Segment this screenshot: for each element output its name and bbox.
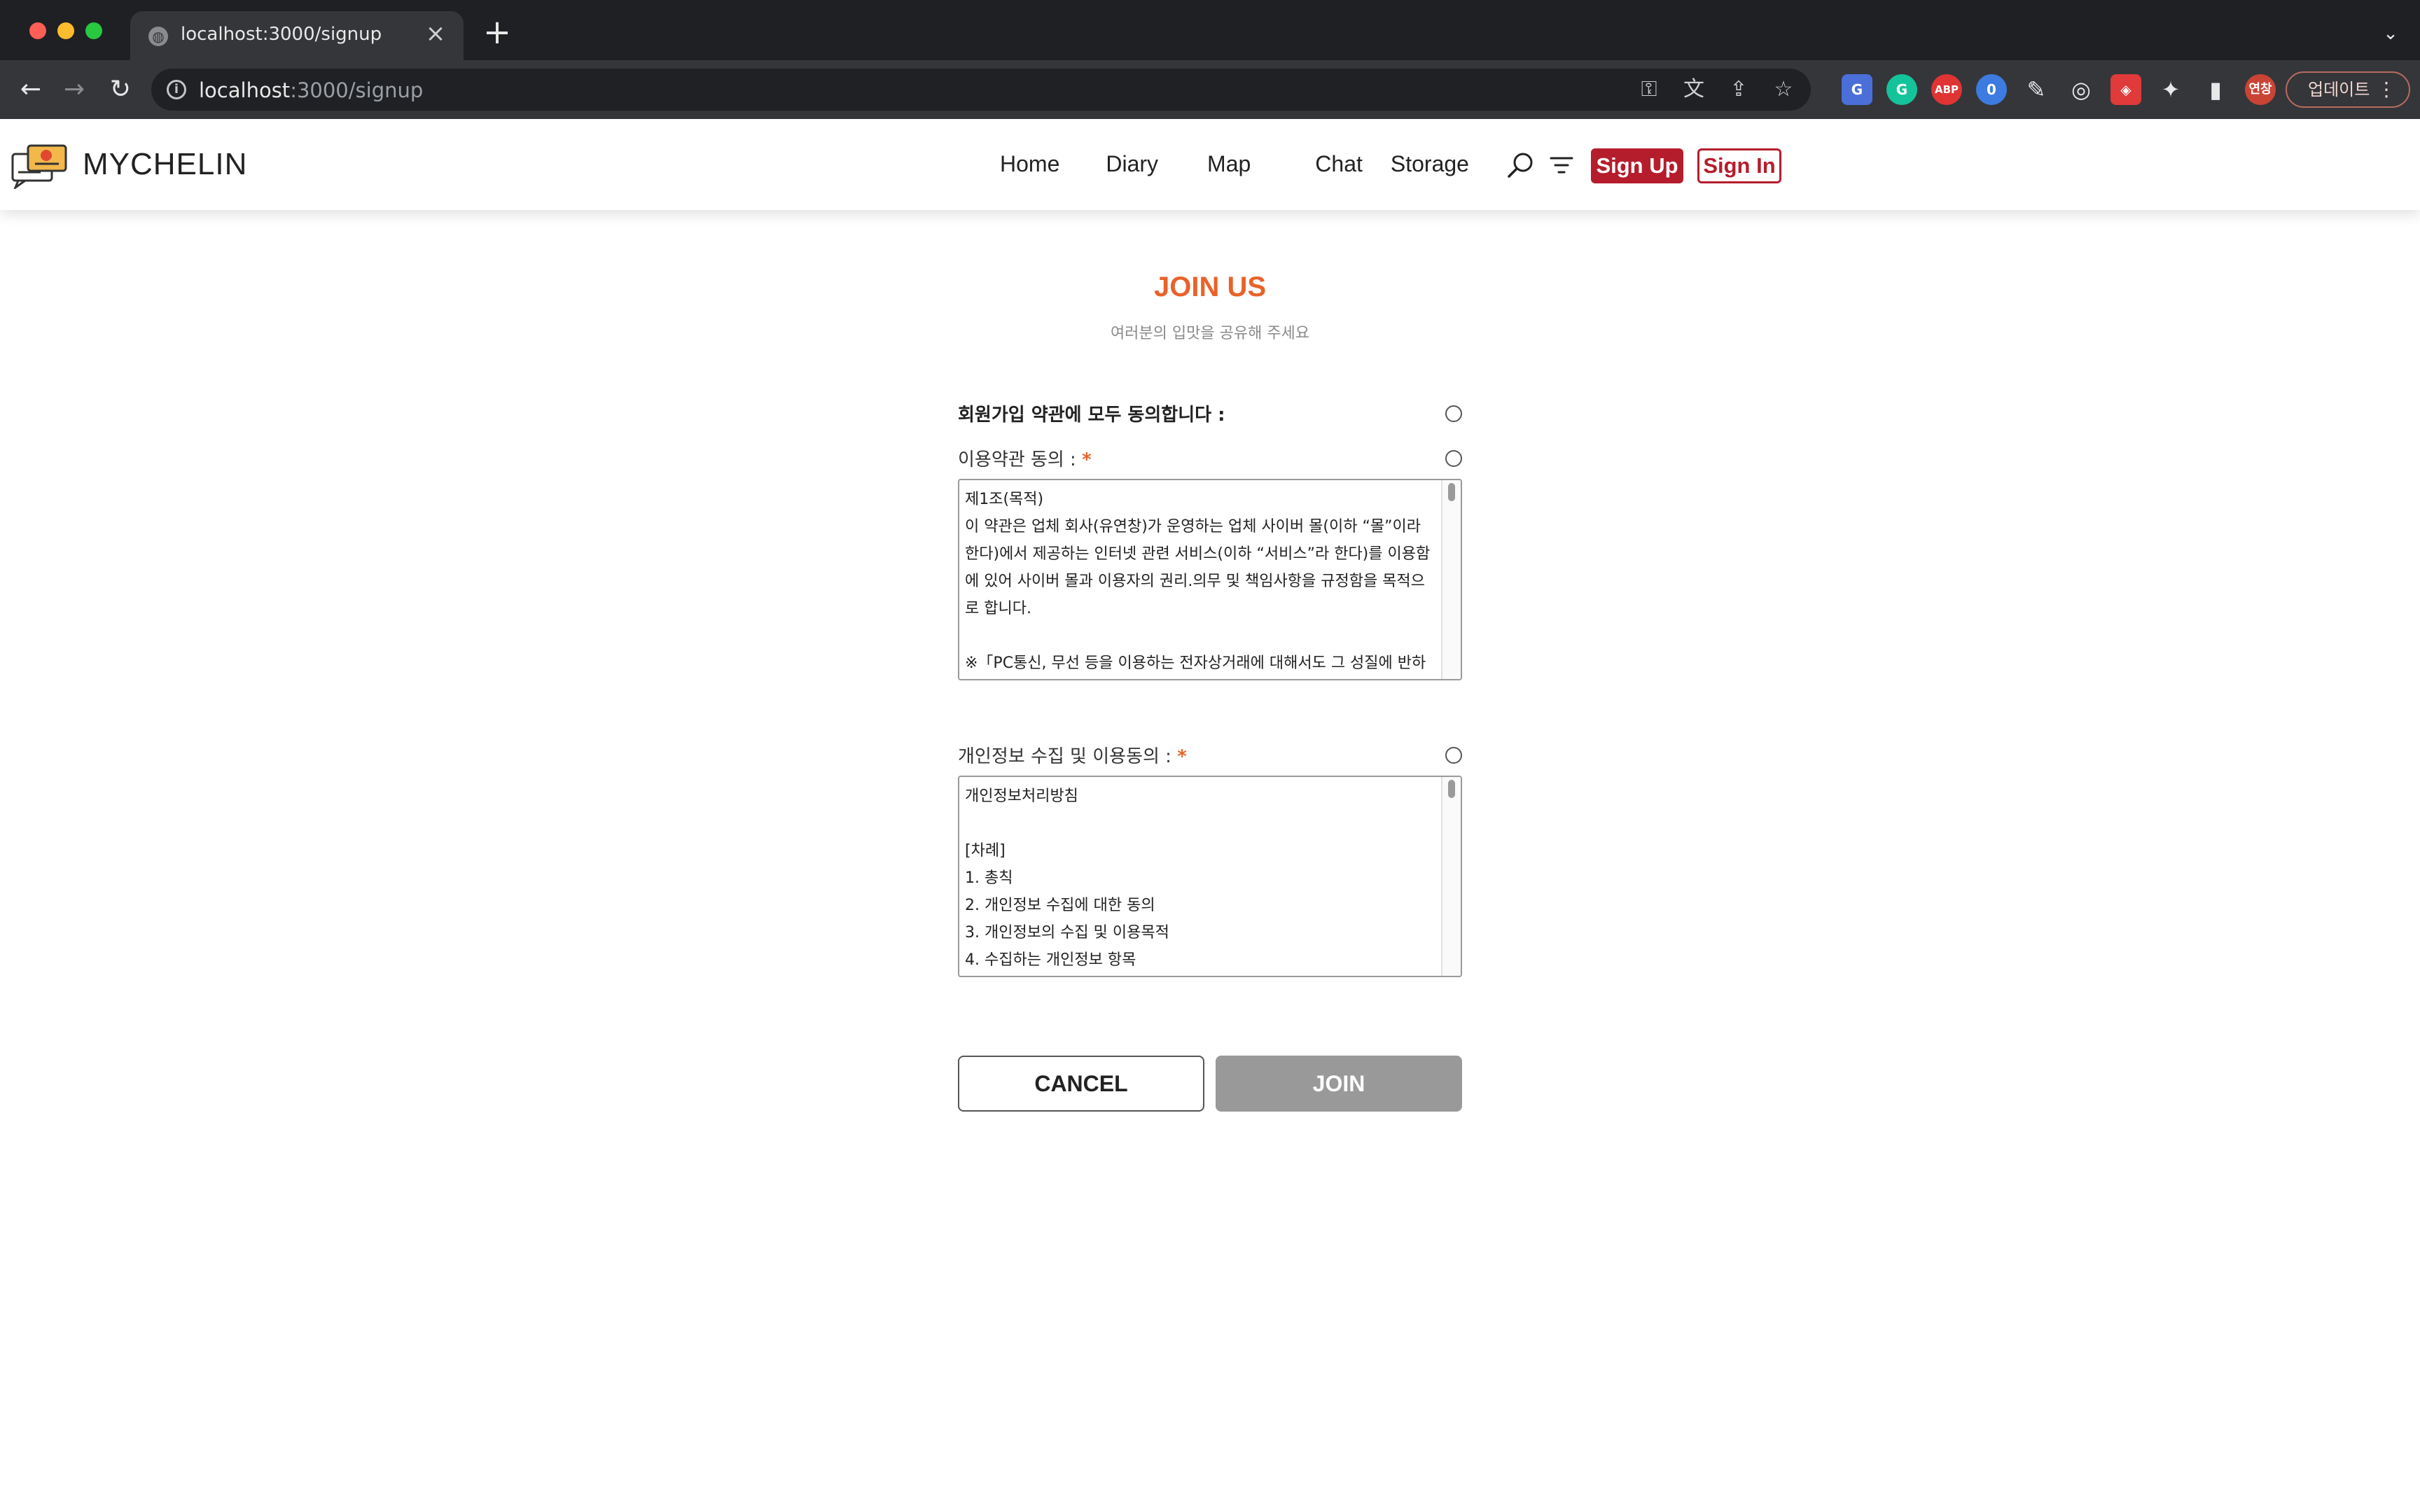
nav-chat[interactable]: Chat	[1315, 151, 1363, 177]
nav-home[interactable]: Home	[1000, 151, 1059, 177]
url-path: :3000/signup	[290, 78, 424, 102]
terms-label: 이용약관 동의 : *	[958, 445, 1092, 471]
terms-scrollbar[interactable]	[1441, 480, 1461, 679]
address-bar[interactable]: i localhost:3000/signup ⚿ 文 ⇪ ☆	[151, 69, 1811, 111]
grammarly-extension-icon[interactable]: G	[1886, 74, 1917, 105]
sign-up-button[interactable]: Sign Up	[1591, 148, 1683, 183]
more-vertical-icon[interactable]: ⋮	[2377, 73, 2396, 106]
new-tab-button[interactable]: +	[482, 15, 513, 49]
privacy-label-text: 개인정보 수집 및 이용동의 :	[958, 746, 1171, 767]
cancel-button[interactable]: CANCEL	[958, 1056, 1204, 1112]
agree-all-radio[interactable]	[1445, 405, 1462, 422]
tab-title: localhost:3000/signup	[181, 24, 382, 45]
logo-icon[interactable]	[10, 143, 69, 189]
close-window-button[interactable]	[29, 22, 46, 39]
privacy-agree-radio[interactable]	[1445, 747, 1462, 764]
privacy-scrollbar[interactable]	[1441, 777, 1461, 976]
tab-list-chevron-icon[interactable]: ⌄	[2378, 21, 2403, 46]
red-extension-icon[interactable]: ◈	[2110, 74, 2141, 105]
required-mark: *	[1082, 449, 1092, 470]
minimize-window-button[interactable]	[57, 22, 74, 39]
page-subtitle: 여러분의 입맛을 공유해 주세요	[1110, 325, 1310, 342]
side-panel-icon[interactable]: ▮	[2200, 74, 2231, 105]
page-title: JOIN US	[1153, 272, 1267, 302]
bookmark-star-icon[interactable]: ☆	[1769, 76, 1798, 104]
browser-tab-bar: ◍ localhost:3000/signup × + ⌄	[0, 0, 2420, 60]
adblock-extension-icon[interactable]: ABP	[1931, 74, 1962, 105]
terms-label-text: 이용약관 동의 :	[958, 449, 1076, 470]
profile-avatar[interactable]: 연창	[2245, 74, 2276, 105]
tab-close-icon[interactable]: ×	[422, 20, 450, 48]
privacy-text: 개인정보처리방침 [차례] 1. 총칙 2. 개인정보 수집에 대한 동의 3.…	[965, 788, 1169, 969]
url-text[interactable]: localhost:3000/signup	[199, 78, 423, 102]
url-host: localhost	[199, 78, 291, 102]
privacy-scroll-thumb[interactable]	[1448, 780, 1455, 798]
main-nav: Home Diary Map Chat Storage	[1000, 151, 1515, 177]
nav-map[interactable]: Map	[1207, 151, 1251, 177]
google-translate-extension-icon[interactable]: G	[1842, 74, 1872, 105]
eyedropper-icon[interactable]: ✎	[2021, 74, 2052, 105]
agree-all-label: 회원가입 약관에 모두 동의합니다 :	[958, 405, 1225, 426]
terms-scroll-thumb[interactable]	[1448, 483, 1455, 501]
terms-agree-radio[interactable]	[1445, 450, 1462, 467]
nav-diary[interactable]: Diary	[1106, 151, 1158, 177]
nav-storage[interactable]: Storage	[1391, 151, 1469, 177]
logo-text[interactable]: MYCHELIN	[83, 147, 247, 182]
filter-icon[interactable]	[1549, 153, 1574, 178]
back-arrow-icon[interactable]: ←	[14, 73, 48, 106]
translate-icon[interactable]: 文	[1679, 76, 1709, 104]
privacy-textarea[interactable]: 개인정보처리방침 [차례] 1. 총칙 2. 개인정보 수집에 대한 동의 3.…	[958, 776, 1462, 977]
reload-icon[interactable]: ↻	[104, 73, 137, 106]
globe-icon: ◍	[148, 27, 168, 46]
key-icon[interactable]: ⚿	[1634, 76, 1664, 104]
sign-in-button[interactable]: Sign In	[1697, 148, 1781, 183]
privacy-label: 개인정보 수집 및 이용동의 : *	[958, 742, 1187, 768]
forward-arrow-icon[interactable]: →	[57, 73, 91, 106]
share-icon[interactable]: ⇪	[1724, 76, 1753, 104]
terms-text: 제1조(목적) 이 약관은 업체 회사(유연창)가 운영하는 업체 사이버 몰(…	[965, 491, 1431, 672]
maximize-window-button[interactable]	[85, 22, 102, 39]
join-button[interactable]: JOIN	[1216, 1056, 1462, 1112]
info-icon[interactable]: i	[167, 80, 186, 99]
extension-badge-icon[interactable]: 0	[1976, 74, 2007, 105]
search-icon[interactable]	[1505, 150, 1536, 181]
update-label: 업데이트	[2308, 80, 2370, 99]
terms-textarea[interactable]: 제1조(목적) 이 약관은 업체 회사(유연창)가 운영하는 업체 사이버 몰(…	[958, 479, 1462, 680]
required-mark: *	[1177, 746, 1187, 767]
puzzle-extensions-icon[interactable]: ✦	[2155, 74, 2186, 105]
target-icon[interactable]: ◎	[2066, 74, 2096, 105]
browser-tab[interactable]: ◍ localhost:3000/signup ×	[130, 11, 464, 60]
update-button[interactable]: 업데이트 ⋮	[2286, 71, 2410, 108]
extension-bar: G G ABP 0 ✎ ◎ ◈ ✦ ▮ 연창	[1842, 74, 2276, 105]
site-header: MYCHELIN Home Diary Map Chat Storage Sig…	[0, 119, 2420, 210]
